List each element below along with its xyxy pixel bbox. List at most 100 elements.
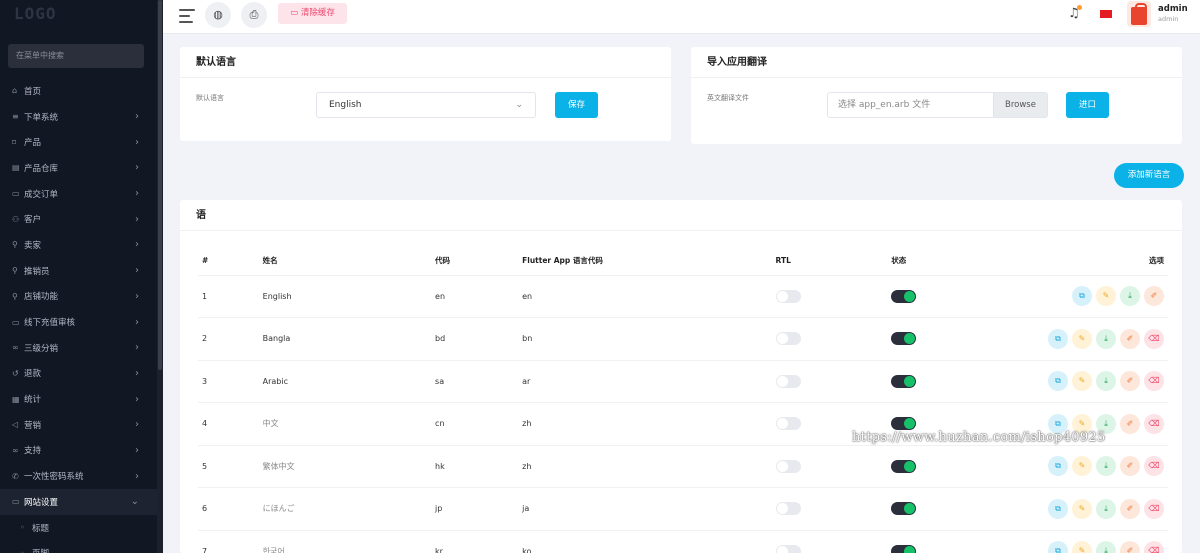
rtl-toggle[interactable] [775, 289, 801, 303]
status-toggle[interactable] [891, 459, 917, 473]
sidebar-item[interactable]: ⌂ 首页 [0, 78, 157, 104]
chevron-right-icon: › [135, 367, 139, 379]
file-placeholder: 选择 app_en.arb 文件 [838, 100, 931, 110]
sidebar-item[interactable]: ≡ 下单系统 › [0, 104, 157, 130]
edit-icon[interactable]: ✐ [1120, 328, 1140, 349]
sidebar-item[interactable]: ⌑ 产品 › [0, 129, 157, 155]
language-flag-icon[interactable] [1100, 10, 1112, 18]
table-cell: 3 [198, 360, 263, 403]
copy-icon[interactable]: ⧉ [1048, 328, 1068, 349]
rtl-toggle[interactable] [775, 417, 801, 431]
status-toggle[interactable] [891, 289, 917, 303]
sidebar-item[interactable]: ◁ 营销 › [0, 412, 157, 438]
sidebar-item[interactable]: ✆ 一次性密码系统 › [0, 463, 157, 489]
status-toggle[interactable] [891, 417, 917, 431]
delete-icon[interactable]: ⌫ [1144, 328, 1164, 349]
table-cell [775, 317, 892, 361]
edit-icon[interactable]: ✐ [1120, 456, 1140, 477]
delete-icon[interactable]: ⌫ [1144, 371, 1164, 392]
sidebar-item[interactable]: ↺ 退款 › [0, 361, 157, 387]
user-name[interactable]: admin [1158, 4, 1188, 14]
sidebar-item[interactable]: ⚲ 推销员 › [0, 258, 157, 284]
menu-search-input[interactable]: 在菜单中搜索 [8, 44, 144, 68]
clear-cache-button[interactable]: ▭ 清除缓存 [278, 3, 347, 24]
rtl-toggle[interactable] [775, 502, 801, 516]
delete-icon[interactable]: ⌫ [1144, 541, 1164, 553]
edit-icon[interactable]: ✐ [1120, 413, 1140, 434]
sidebar: LOGO 在菜单中搜索 ⌂ 首页 ≡ 下单系统 › ⌑ 产品 › ▤ 产品仓库 › ▭ 成交订单 › ⚇ 客户… [0, 0, 157, 553]
delete-icon[interactable]: ⌫ [1144, 413, 1164, 434]
status-toggle[interactable] [891, 374, 917, 388]
sidebar-item[interactable]: ◦页脚 [0, 540, 157, 553]
dot-icon: ◦ [20, 523, 25, 533]
rtl-toggle[interactable] [775, 332, 801, 346]
menu-toggle-icon[interactable] [179, 9, 195, 23]
row-actions: ⧉ ✎ ⤓ ✐ ⌫ [1048, 371, 1164, 392]
seller-icon: ⚲ [12, 240, 18, 250]
download-icon[interactable]: ⤓ [1096, 371, 1116, 392]
sidebar-item[interactable]: ⚲ 店铺功能 › [0, 284, 157, 310]
status-toggle[interactable] [891, 544, 917, 553]
sidebar-item[interactable]: ⚲ 卖家 › [0, 232, 157, 258]
copy-icon[interactable]: ⧉ [1048, 371, 1068, 392]
delete-icon[interactable]: ⌫ [1144, 456, 1164, 477]
globe-icon[interactable]: ◍ [205, 2, 231, 28]
download-icon[interactable]: ⤓ [1096, 498, 1116, 519]
watermark: https://www.huzhan.com/ishop40925 [852, 430, 1106, 445]
download-icon[interactable]: ⤓ [1096, 541, 1116, 553]
sidebar-item[interactable]: ◦ 标题 [0, 515, 157, 541]
delete-icon[interactable]: ⌫ [1144, 498, 1164, 519]
add-language-button[interactable]: 添加新语言 [1114, 163, 1184, 188]
edit-icon[interactable]: ✐ [1120, 371, 1140, 392]
default-language-select[interactable]: English ⌄ [316, 92, 536, 118]
chevron-right-icon: › [135, 342, 139, 354]
translate-icon[interactable]: ✎ [1072, 371, 1092, 392]
table-cell: にほんご [262, 487, 436, 531]
table-cell: ja [522, 487, 776, 531]
chevron-right-icon: › [135, 265, 139, 277]
copy-icon[interactable]: ⧉ [1048, 541, 1068, 553]
status-toggle[interactable] [891, 502, 917, 516]
status-toggle[interactable] [891, 332, 917, 346]
edit-icon[interactable]: ✐ [1144, 286, 1164, 307]
import-button[interactable]: 进口 [1066, 92, 1109, 118]
download-icon[interactable]: ⤓ [1096, 328, 1116, 349]
translate-icon[interactable]: ✎ [1072, 541, 1092, 553]
edit-icon[interactable]: ✐ [1120, 498, 1140, 519]
sidebar-item[interactable]: ▭ 网站设置 ⌄ [0, 489, 157, 515]
sidebar-item[interactable]: ∞ 三级分销 › [0, 335, 157, 361]
translate-icon[interactable]: ✎ [1072, 456, 1092, 477]
edit-icon[interactable]: ✐ [1120, 541, 1140, 553]
table-cell: ⧉ ✎ ⤓ ✐ [1048, 275, 1168, 318]
sidebar-item[interactable]: ⚇ 客户 › [0, 206, 157, 232]
table-cell: Arabic [262, 360, 436, 403]
download-icon[interactable]: ⤓ [1120, 286, 1140, 307]
sidebar-item[interactable]: ▭ 成交订单 › [0, 181, 157, 207]
scrollbar-thumb[interactable] [158, 0, 162, 370]
sidebar-item[interactable]: ▭ 线下充值审核 › [0, 309, 157, 335]
download-icon[interactable]: ⤓ [1096, 456, 1116, 477]
translate-icon[interactable]: ✎ [1072, 498, 1092, 519]
rtl-toggle[interactable] [775, 374, 801, 388]
table-cell: 한국어 [262, 530, 436, 553]
translation-file-input[interactable]: 选择 app_en.arb 文件 Browse [827, 92, 1048, 118]
sidebar-item[interactable]: ∞ 支持 › [0, 438, 157, 464]
save-button[interactable]: 保存 [555, 92, 598, 118]
chevron-down-icon: ⌄ [130, 496, 139, 508]
sidebar-scrollbar[interactable] [157, 0, 163, 553]
printer-icon[interactable]: ⎙ [241, 2, 267, 28]
phone-icon: ✆ [12, 471, 19, 481]
sidebar-item[interactable]: ▤ 产品仓库 › [0, 155, 157, 181]
notification-bell-icon[interactable]: ♫ [1068, 5, 1082, 21]
rtl-toggle[interactable] [775, 544, 801, 553]
browse-button[interactable]: Browse [993, 93, 1047, 117]
row-actions: ⧉ ✎ ⤓ ✐ [1072, 286, 1164, 307]
copy-icon[interactable]: ⧉ [1048, 498, 1068, 519]
translate-icon[interactable]: ✎ [1096, 286, 1116, 307]
translate-icon[interactable]: ✎ [1072, 328, 1092, 349]
avatar[interactable] [1127, 1, 1151, 27]
sidebar-item[interactable]: ▦ 统计 › [0, 386, 157, 412]
copy-icon[interactable]: ⧉ [1072, 286, 1092, 307]
copy-icon[interactable]: ⧉ [1048, 456, 1068, 477]
rtl-toggle[interactable] [775, 459, 801, 473]
